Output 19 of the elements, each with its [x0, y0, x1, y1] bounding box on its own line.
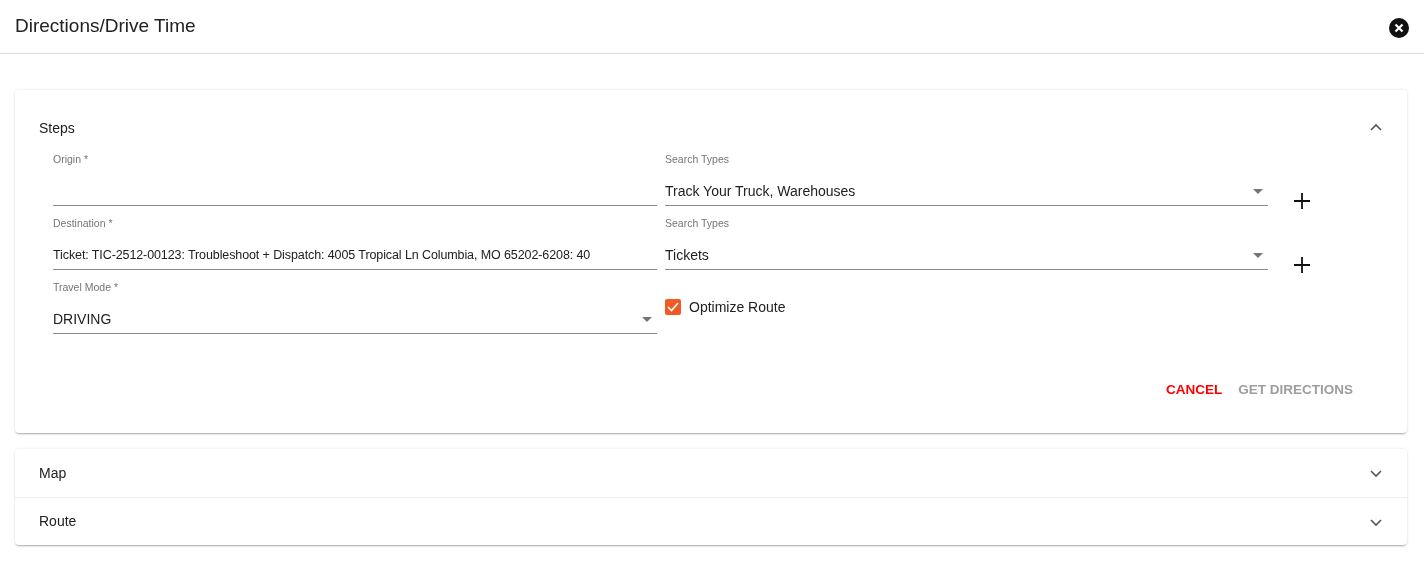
panel-title[interactable]: Map [39, 462, 67, 484]
add-icon[interactable] [1292, 254, 1312, 274]
input-field[interactable]: Destination * Ticket: TIC-2512-00123: Troubleshoot + Dispatch: 4005 Tropical Ln Columbia, MO 65202-6208: 40 [53, 216, 657, 270]
dropdown-caret-icon [1253, 189, 1263, 194]
dropdown-field[interactable]: Search Types Track Your Truck, Warehouses [665, 152, 1268, 206]
input-field[interactable]: Origin * [53, 152, 657, 206]
close-icon[interactable] [1389, 16, 1409, 37]
add-icon[interactable] [1292, 190, 1312, 210]
panel-title[interactable]: Route [39, 511, 77, 533]
checkbox[interactable] [665, 299, 681, 315]
dropdown-caret-icon [642, 317, 652, 322]
expand-chevron-icon[interactable] [1369, 467, 1383, 480]
dialog-title: Directions/Drive Time [15, 15, 196, 38]
checkbox-label: Optimize Route [689, 297, 786, 317]
cancel-button[interactable]: CANCEL [1166, 380, 1223, 401]
panel-title[interactable]: Steps [39, 117, 75, 139]
dropdown-caret-icon [1253, 253, 1263, 258]
dropdown-field[interactable]: Search Types Tickets [665, 216, 1268, 270]
dropdown-field[interactable]: Travel Mode * DRIVING [53, 280, 657, 334]
